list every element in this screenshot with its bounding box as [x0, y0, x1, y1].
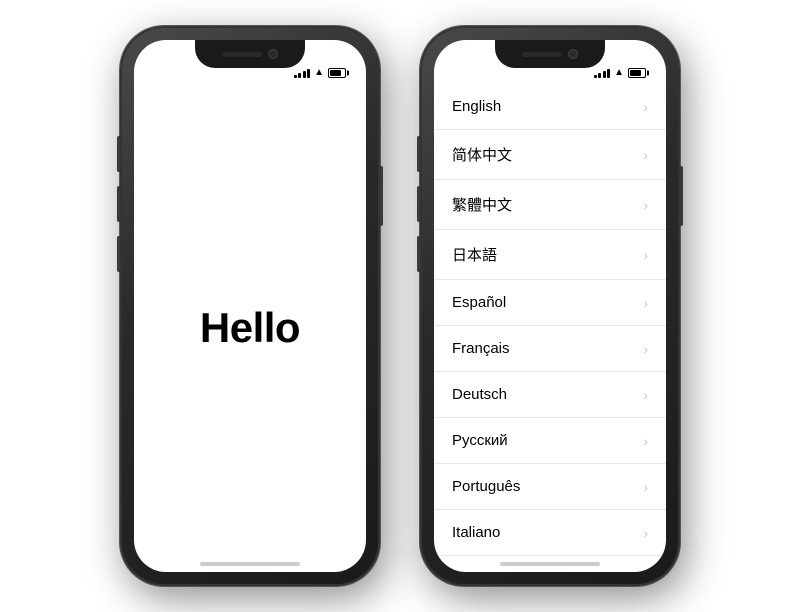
language-item[interactable]: Português › — [434, 464, 666, 510]
battery-fill-1 — [330, 70, 341, 76]
language-name: Português — [452, 478, 520, 495]
chevron-right-icon: › — [643, 387, 648, 403]
wifi-icon-1: ▲ — [314, 67, 324, 78]
home-indicator-2 — [500, 562, 600, 566]
wifi-icon-2: ▲ — [614, 67, 624, 78]
chevron-right-icon: › — [643, 147, 648, 163]
camera-1 — [268, 49, 278, 59]
phone-language: 9:41 ▲ English›简体中文›繁體中文›日本語›Español›Fra… — [420, 26, 680, 586]
chevron-right-icon: › — [643, 479, 648, 495]
bar4 — [307, 69, 310, 78]
chevron-right-icon: › — [643, 525, 648, 541]
language-list: English›简体中文›繁體中文›日本語›Español›Français›D… — [434, 84, 666, 572]
language-name: Italiano — [452, 524, 500, 541]
chevron-right-icon: › — [643, 341, 648, 357]
status-icons-1: ▲ — [294, 67, 346, 78]
bar2 — [298, 73, 301, 78]
chevron-right-icon: › — [643, 433, 648, 449]
language-item[interactable]: Deutsch › — [434, 372, 666, 418]
speaker-1 — [222, 52, 262, 57]
language-name: English — [452, 98, 501, 115]
home-indicator-1 — [200, 562, 300, 566]
notch-2 — [495, 40, 605, 68]
camera-2 — [568, 49, 578, 59]
phone-screen-2: 9:41 ▲ English›简体中文›繁體中文›日本語›Español›Fra… — [434, 40, 666, 572]
language-item[interactable]: Русский › — [434, 418, 666, 464]
language-item[interactable]: 简体中文 › — [434, 130, 666, 180]
chevron-right-icon: › — [643, 99, 648, 115]
battery-icon-2 — [628, 68, 646, 78]
language-item[interactable]: Español › — [434, 280, 666, 326]
language-name: Français — [452, 340, 510, 357]
battery-icon-1 — [328, 68, 346, 78]
chevron-right-icon: › — [643, 247, 648, 263]
battery-fill-2 — [630, 70, 641, 76]
language-item[interactable]: Italiano › — [434, 510, 666, 556]
language-name: 简体中文 — [452, 144, 512, 165]
language-name: Deutsch — [452, 386, 507, 403]
bar3b — [603, 71, 606, 78]
language-item[interactable]: 繁體中文 › — [434, 180, 666, 230]
hello-text: Hello — [200, 304, 300, 352]
language-name: Русский — [452, 432, 508, 449]
bar1 — [294, 75, 297, 78]
speaker-2 — [522, 52, 562, 57]
language-item[interactable]: Français › — [434, 326, 666, 372]
language-name: 日本語 — [452, 244, 497, 265]
bar2b — [598, 73, 601, 78]
bar3 — [303, 71, 306, 78]
notch-1 — [195, 40, 305, 68]
signal-icon-1 — [294, 68, 311, 78]
status-icons-2: ▲ — [594, 67, 646, 78]
language-item[interactable]: English › — [434, 84, 666, 130]
hello-content: Hello — [134, 84, 366, 572]
language-name: 繁體中文 — [452, 194, 512, 215]
phone-hello: 9:41 ▲ Hello — [120, 26, 380, 586]
phone-screen-1: 9:41 ▲ Hello — [134, 40, 366, 572]
chevron-right-icon: › — [643, 197, 648, 213]
signal-icon-2 — [594, 68, 611, 78]
bar4b — [607, 69, 610, 78]
language-item[interactable]: 日本語 › — [434, 230, 666, 280]
language-name: Español — [452, 294, 506, 311]
bar1b — [594, 75, 597, 78]
chevron-right-icon: › — [643, 295, 648, 311]
